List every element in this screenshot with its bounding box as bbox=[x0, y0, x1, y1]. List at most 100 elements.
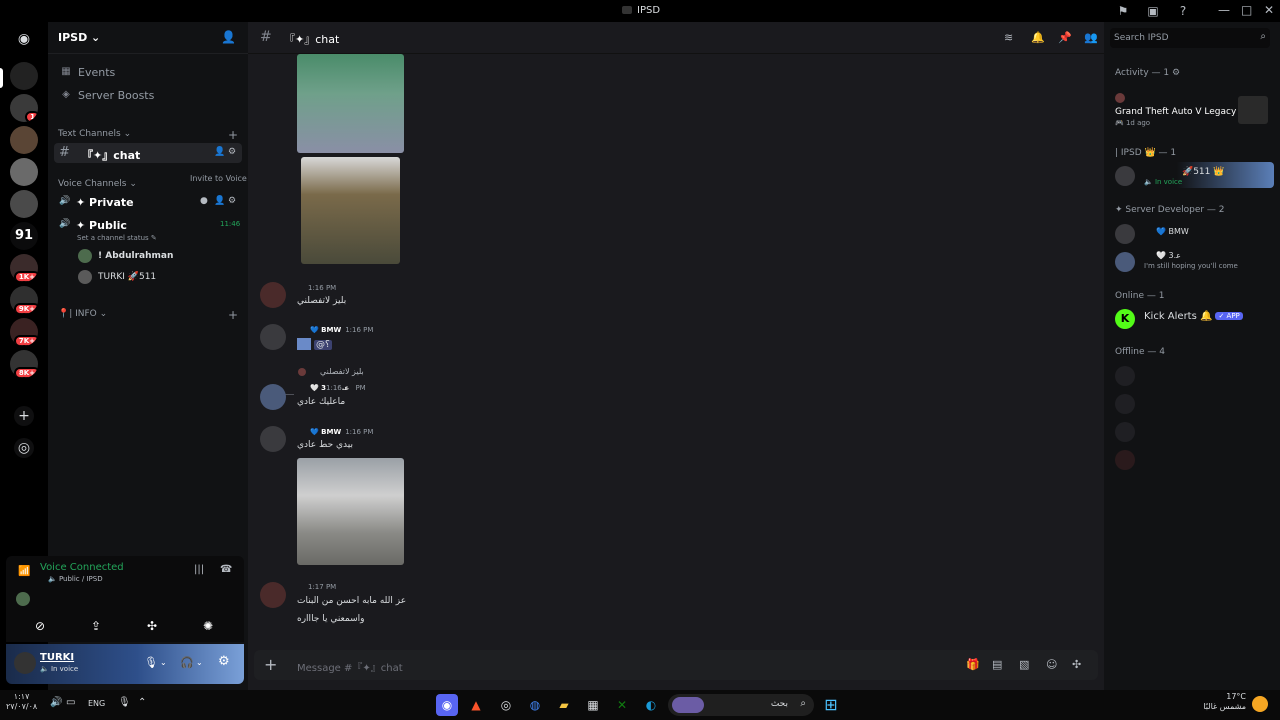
minimize-button[interactable]: — bbox=[1218, 3, 1230, 17]
help-icon[interactable]: ? bbox=[1176, 4, 1190, 18]
member-row[interactable] bbox=[1112, 362, 1274, 388]
threads-icon[interactable]: ≋ bbox=[1004, 31, 1013, 44]
voice-connected-label[interactable]: Voice Connected bbox=[40, 562, 124, 573]
add-server-icon[interactable]: + bbox=[14, 406, 34, 426]
member-row[interactable] bbox=[1112, 446, 1274, 472]
voice-status-prompt[interactable]: Set a channel status ✎ bbox=[77, 234, 157, 242]
microphone-icon[interactable]: 🎙 bbox=[144, 656, 158, 669]
sticker-icon[interactable]: ▧ bbox=[1019, 658, 1029, 671]
volume-icon[interactable]: 🔊 bbox=[50, 697, 62, 708]
message-composer[interactable]: + Message #『✦』chat 🎁 ▤ ▧ ☺ ✣ bbox=[254, 650, 1098, 680]
settings-gear-icon[interactable]: ⚙ bbox=[228, 147, 236, 157]
file-explorer-icon[interactable]: ▰ bbox=[553, 694, 575, 716]
image-toy-car[interactable] bbox=[297, 458, 404, 565]
server-icon[interactable]: 8K+ bbox=[10, 350, 38, 378]
activities-button[interactable]: ✣ bbox=[126, 616, 178, 636]
create-channel-icon[interactable]: + bbox=[228, 128, 238, 142]
member-row[interactable]: 🤍 ﻋ.3 I'm still hoping you'll come bbox=[1112, 248, 1274, 274]
camera-off-button[interactable]: ⊘ bbox=[14, 616, 66, 636]
app-icon[interactable]: ◎ bbox=[495, 694, 517, 716]
discord-home-icon[interactable]: ◉ bbox=[14, 29, 34, 49]
discover-icon[interactable]: ◎ bbox=[14, 438, 34, 458]
server-icon[interactable] bbox=[10, 126, 38, 154]
search-box[interactable]: ⌕ bbox=[1110, 28, 1270, 48]
category-voice-channels[interactable]: Voice Channels ⌄ bbox=[58, 179, 137, 189]
screen-share-button[interactable]: ⇪ bbox=[70, 616, 122, 636]
maximize-button[interactable]: □ bbox=[1241, 3, 1252, 17]
monitor-icon[interactable]: ▣ bbox=[1146, 4, 1160, 18]
language-indicator[interactable]: ENG bbox=[88, 699, 105, 708]
create-channel-icon[interactable]: + bbox=[228, 308, 238, 322]
weather-widget[interactable]: 17°C مشمس غالبًا bbox=[1200, 692, 1246, 712]
gif-icon[interactable]: ▤ bbox=[992, 658, 1002, 671]
taskbar-search[interactable]: بحث ⌕ bbox=[668, 694, 814, 716]
chevron-up-icon[interactable]: ⌃ bbox=[138, 697, 146, 708]
chat-icon[interactable]: ● bbox=[200, 196, 208, 206]
image-tom-and-jerry[interactable] bbox=[297, 54, 404, 153]
server-icon[interactable]: 1K+ bbox=[10, 254, 38, 282]
message-author[interactable]: 💙 BMW bbox=[310, 428, 341, 436]
nav-server-boosts[interactable]: ◈ Server Boosts bbox=[54, 85, 242, 107]
chrome-icon[interactable]: ◍ bbox=[524, 694, 546, 716]
microphone-icon[interactable]: 🎙 bbox=[118, 697, 131, 708]
avatar[interactable] bbox=[14, 652, 36, 674]
search-icon[interactable]: ⌕ bbox=[1260, 31, 1266, 42]
emoji-icon[interactable]: ☺ bbox=[1046, 658, 1057, 671]
noise-suppression-icon[interactable]: ||| bbox=[194, 564, 204, 575]
settings-gear-icon[interactable]: ⚙ bbox=[228, 196, 236, 206]
image-attachment[interactable] bbox=[301, 157, 400, 264]
xbox-icon[interactable]: ✕ bbox=[611, 694, 633, 716]
network-icon[interactable]: ▭ bbox=[66, 697, 75, 708]
disconnect-icon[interactable]: ☎ bbox=[220, 564, 232, 575]
channel-chat[interactable]: # 『✦』chat 👤 ⚙ bbox=[54, 143, 242, 163]
inbox-icon[interactable]: ⚑ bbox=[1116, 4, 1130, 18]
discord-taskbar-icon[interactable]: ◉ bbox=[436, 694, 458, 716]
member-row[interactable]: 💙 BMW bbox=[1112, 220, 1274, 246]
invite-icon[interactable]: 👤 bbox=[214, 196, 225, 206]
username[interactable]: TURKI bbox=[40, 652, 74, 663]
server-icon[interactable]: 7K+ bbox=[10, 318, 38, 346]
member-row[interactable]: 🚀511 👑 🔈 In voice bbox=[1112, 162, 1274, 188]
pin-icon[interactable]: 📌 bbox=[1058, 31, 1072, 44]
message-input[interactable]: Message #『✦』chat bbox=[297, 659, 403, 674]
chevron-down-icon[interactable]: ⌄ bbox=[196, 658, 203, 667]
voice-channel-private[interactable]: 🔊 ✦ Private ● 👤 ⚙ bbox=[54, 192, 242, 212]
member-row[interactable] bbox=[1112, 390, 1274, 416]
signal-icon[interactable]: 📶 bbox=[18, 566, 30, 577]
voice-channel-public[interactable]: 🔊 ✦ Public bbox=[54, 215, 242, 235]
server-icon[interactable]: 91 bbox=[10, 222, 38, 250]
settings-gear-icon[interactable]: ⚙ bbox=[218, 654, 230, 669]
activity-card[interactable]: Grand Theft Auto V Legacy 🎮 1d ago bbox=[1112, 88, 1274, 132]
avatar[interactable] bbox=[260, 324, 286, 350]
server-icon[interactable] bbox=[10, 190, 38, 218]
member-row[interactable]: K Kick Alerts 🔔 ✓ APP bbox=[1112, 305, 1274, 331]
message-author[interactable]: 💙 BMW bbox=[310, 326, 341, 334]
avatar[interactable] bbox=[260, 384, 286, 410]
server-header[interactable]: IPSD ⌄ 👤 bbox=[48, 22, 248, 54]
store-icon[interactable]: ▦ bbox=[582, 694, 604, 716]
invite-people-icon[interactable]: 👤 bbox=[221, 30, 236, 44]
brave-browser-icon[interactable]: ▲ bbox=[465, 694, 487, 716]
category-text-channels[interactable]: Text Channels ⌄ + bbox=[58, 128, 238, 142]
avatar[interactable] bbox=[260, 582, 286, 608]
activity-header[interactable]: Activity — 1 ⚙ bbox=[1115, 68, 1180, 78]
soundboard-button[interactable]: ✺ bbox=[182, 616, 234, 636]
headphones-icon[interactable]: 🎧 bbox=[180, 656, 194, 669]
gift-icon[interactable]: 🎁 bbox=[966, 658, 980, 671]
close-button[interactable]: ✕ bbox=[1264, 3, 1274, 17]
reply-preview[interactable]: بليز لاتفصلني bbox=[298, 367, 364, 376]
steam-icon[interactable]: ◐ bbox=[640, 694, 662, 716]
server-icon[interactable]: 9K+ bbox=[10, 286, 38, 314]
windows-start-icon[interactable]: ⊞ bbox=[820, 694, 842, 716]
member-row[interactable] bbox=[1112, 418, 1274, 444]
search-input[interactable] bbox=[1114, 31, 1250, 45]
server-icon[interactable]: 1 bbox=[10, 94, 38, 122]
avatar[interactable] bbox=[260, 282, 286, 308]
server-icon[interactable] bbox=[10, 62, 38, 90]
server-icon[interactable] bbox=[10, 158, 38, 186]
server-name[interactable]: IPSD ⌄ bbox=[58, 31, 100, 44]
voice-channel-path[interactable]: 🔈 Public / IPSD bbox=[48, 575, 103, 583]
invite-icon[interactable]: 👤 bbox=[214, 147, 225, 157]
nav-events[interactable]: ▦ Events bbox=[54, 62, 242, 84]
add-attachment-icon[interactable]: + bbox=[264, 655, 277, 674]
